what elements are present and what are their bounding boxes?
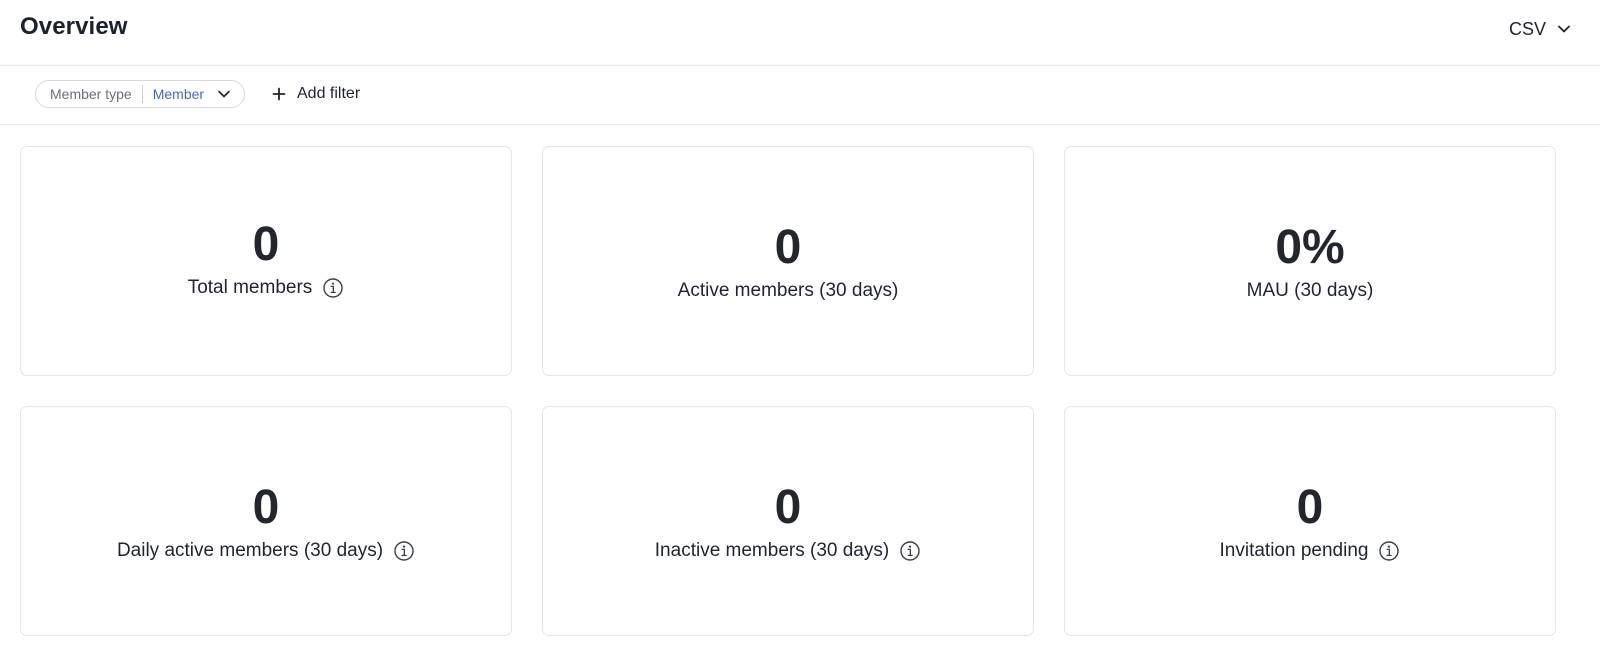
stat-card-inactive-members: 0 Inactive members (30 days) xyxy=(542,406,1034,636)
stat-label: Total members xyxy=(187,277,313,298)
stat-value: 0% xyxy=(1275,221,1345,274)
chevron-down-icon xyxy=(216,86,232,102)
info-icon[interactable] xyxy=(899,540,921,562)
stat-label: Invitation pending xyxy=(1219,540,1369,561)
csv-export-dropdown[interactable]: CSV xyxy=(1509,16,1572,42)
add-filter-label: Add filter xyxy=(297,85,361,102)
add-filter-button[interactable]: Add filter xyxy=(271,81,360,107)
page-header: Overview CSV xyxy=(0,0,1600,66)
info-icon[interactable] xyxy=(1378,540,1400,562)
stat-value: 0 xyxy=(774,481,802,534)
chevron-down-icon xyxy=(1556,21,1572,37)
page-title: Overview xyxy=(20,13,128,40)
stat-card-mau: 0% MAU (30 days) xyxy=(1064,146,1556,376)
filter-bar: Member type Member Add filter xyxy=(0,66,1600,125)
csv-export-label: CSV xyxy=(1508,18,1546,39)
plus-icon xyxy=(271,86,287,102)
stat-label: Inactive members (30 days) xyxy=(654,540,890,561)
filter-chip-value: Member xyxy=(152,86,205,102)
stat-card-invitation-pending: 0 Invitation pending xyxy=(1064,406,1556,636)
stat-label: MAU (30 days) xyxy=(1246,280,1374,301)
info-icon[interactable] xyxy=(393,540,415,562)
filter-chip-key: Member type xyxy=(50,86,132,102)
stat-label: Active members (30 days) xyxy=(677,280,899,301)
stat-value: 0 xyxy=(774,221,802,274)
stat-card-daily-active-members: 0 Daily active members (30 days) xyxy=(20,406,512,636)
stat-label: Daily active members (30 days) xyxy=(116,540,384,561)
stat-card-total-members: 0 Total members xyxy=(20,146,512,376)
stat-value: 0 xyxy=(252,481,280,534)
stat-value: 0 xyxy=(252,218,280,271)
stat-value: 0 xyxy=(1296,481,1324,534)
member-type-filter-chip[interactable]: Member type Member xyxy=(35,80,246,108)
stat-card-active-members: 0 Active members (30 days) xyxy=(542,146,1034,376)
info-icon[interactable] xyxy=(322,277,344,299)
filter-chip-divider xyxy=(141,85,143,103)
